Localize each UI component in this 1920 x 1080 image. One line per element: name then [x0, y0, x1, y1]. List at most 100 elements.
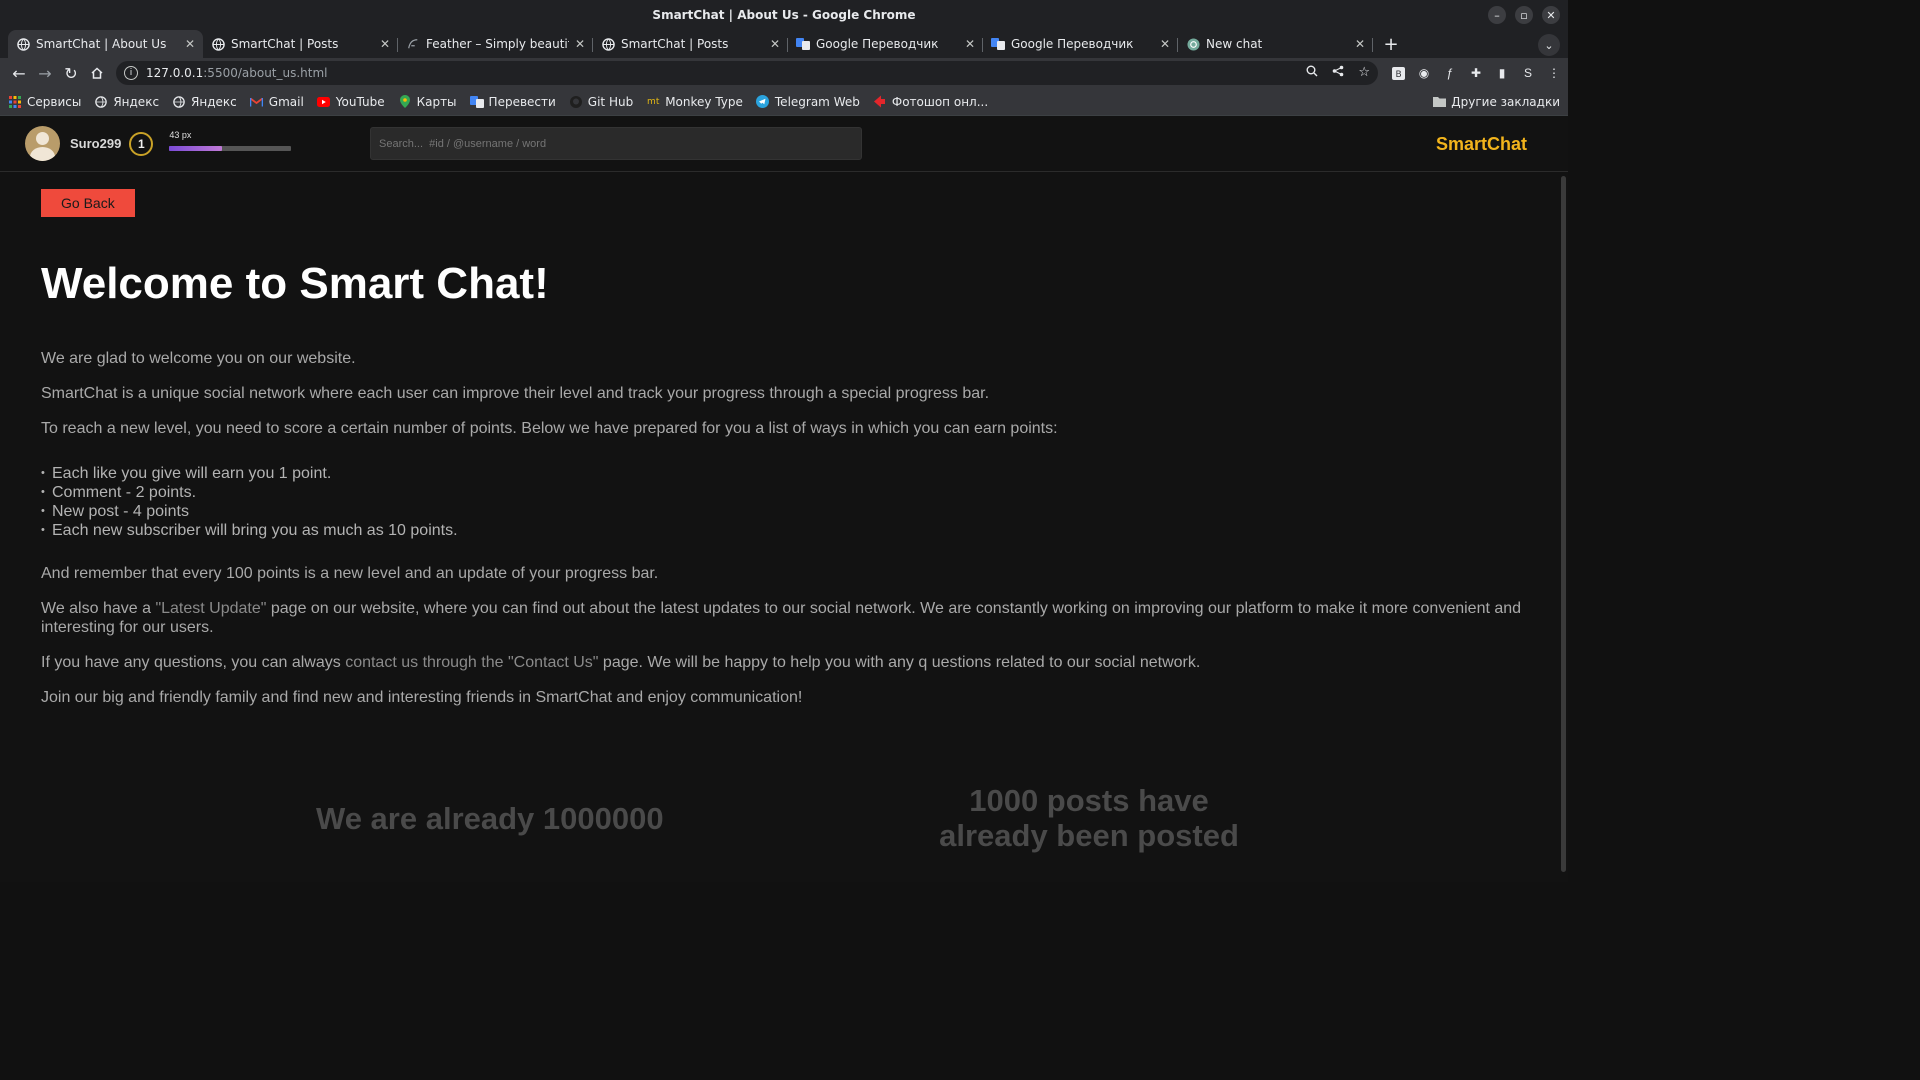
tab-label: Google Переводчик [816, 37, 939, 51]
extension-incognito-icon[interactable]: ◉ [1416, 65, 1432, 81]
bookmark-label: Яндекс [191, 94, 237, 109]
tab-close-icon[interactable]: ✕ [185, 37, 195, 51]
text: We also have a [41, 600, 156, 617]
tab-close-icon[interactable]: ✕ [770, 37, 780, 51]
bookmark-yandex[interactable]: Яндекс [94, 95, 159, 109]
brand-logo[interactable]: SmartChat [1436, 134, 1527, 155]
side-panel-icon[interactable]: ▮ [1494, 65, 1510, 81]
search-input[interactable] [370, 127, 862, 160]
new-tab-button[interactable]: + [1379, 32, 1403, 56]
contact-paragraph: If you have any questions, you can alway… [41, 653, 1527, 672]
bookmark-monkeytype[interactable]: mt Monkey Type [646, 95, 743, 109]
window-titlebar: SmartChat | About Us - Google Chrome – ▫… [0, 0, 1568, 30]
window-title: SmartChat | About Us - Google Chrome [652, 8, 916, 22]
tab-about-us[interactable]: SmartChat | About Us ✕ [8, 30, 203, 58]
about-content: Go Back Welcome to Smart Chat! We are gl… [0, 172, 1568, 707]
extension-s-icon[interactable]: S [1520, 65, 1536, 81]
github-icon [569, 95, 583, 109]
zoom-icon[interactable] [1306, 65, 1318, 81]
bookmark-label: Telegram Web [774, 94, 860, 109]
bookmark-label: Фотошоп онл... [891, 94, 989, 109]
latest-update-link[interactable]: "Latest Update" [155, 600, 266, 617]
site-header: Suro299 1 43 px SmartChat [0, 116, 1568, 172]
go-back-button[interactable]: Go Back [41, 189, 135, 217]
minimize-button[interactable]: – [1488, 6, 1506, 24]
progress-track [169, 146, 292, 151]
globe-icon [172, 95, 186, 109]
progress-label: 43 px [169, 130, 192, 140]
username[interactable]: Suro299 [70, 136, 121, 151]
tab-feather[interactable]: Feather – Simply beautifu ✕ [398, 30, 593, 58]
translate-icon [469, 95, 484, 109]
close-window-button[interactable]: ✕ [1542, 6, 1560, 24]
feather-icon [406, 37, 420, 51]
bookmark-gmail[interactable]: Gmail [250, 95, 304, 109]
gmail-icon [250, 95, 264, 109]
join-paragraph: Join our big and friendly family and fin… [41, 689, 803, 706]
extension-function-icon[interactable]: ƒ [1442, 65, 1458, 81]
extensions-puzzle-icon[interactable]: ✚ [1468, 65, 1484, 81]
page-title: Welcome to Smart Chat! [41, 259, 549, 308]
extension-b-icon[interactable]: B [1390, 65, 1406, 81]
maximize-button[interactable]: ▫ [1515, 6, 1533, 24]
window-controls: – ▫ ✕ [1488, 6, 1560, 24]
menu-kebab-icon[interactable]: ⋮ [1546, 65, 1562, 81]
bookmark-translate[interactable]: Перевести [469, 94, 556, 109]
posts-stat: 1000 posts have already been posted [938, 783, 1240, 853]
bookmark-services[interactable]: Сервисы [8, 95, 81, 109]
intro-paragraph: We are glad to welcome you on our websit… [41, 350, 356, 367]
tab-google-translate[interactable]: Google Переводчик ✕ [788, 30, 983, 58]
folder-icon [1432, 95, 1446, 109]
bookmark-maps[interactable]: Карты [398, 95, 457, 109]
contact-us-link[interactable]: contact us through the "Contact Us" [345, 654, 598, 671]
tab-label: SmartChat | Posts [621, 37, 729, 51]
tab-google-translate-2[interactable]: Google Переводчик ✕ [983, 30, 1178, 58]
bookmark-yandex-2[interactable]: Яндекс [172, 95, 237, 109]
tab-close-icon[interactable]: ✕ [380, 37, 390, 51]
bookmark-label: Сервисы [27, 94, 82, 109]
home-icon[interactable] [84, 60, 110, 86]
bookmark-label: Другие закладки [1451, 94, 1560, 109]
tab-label: Google Переводчик [1011, 37, 1134, 51]
tab-close-icon[interactable]: ✕ [965, 37, 975, 51]
bookmark-label: YouTube [335, 94, 385, 109]
forward-icon[interactable]: → [32, 60, 58, 86]
bookmark-label: Перевести [488, 94, 556, 109]
back-icon[interactable]: ← [6, 60, 32, 86]
translate-icon [796, 37, 810, 51]
site-info-icon[interactable]: i [124, 66, 138, 80]
tab-posts-2[interactable]: SmartChat | Posts ✕ [593, 30, 788, 58]
avatar[interactable] [25, 126, 60, 161]
page-scrollbar[interactable] [1561, 176, 1566, 872]
posts-stat-line: already been posted [939, 818, 1239, 853]
points-intro-paragraph: To reach a new level, you need to score … [41, 420, 1058, 437]
list-item: Each like you give will earn you 1 point… [41, 464, 1527, 483]
bookmark-github[interactable]: Git Hub [569, 95, 633, 109]
bookmark-telegram[interactable]: Telegram Web [756, 95, 860, 109]
omnibox-actions: ☆ [1306, 65, 1370, 81]
apps-grid-icon [8, 95, 22, 109]
tab-close-icon[interactable]: ✕ [1355, 37, 1365, 51]
bookmark-label: Яндекс [113, 94, 160, 109]
globe-icon [94, 95, 108, 109]
address-bar[interactable]: i 127.0.0.1:5500/about_us.html ☆ [116, 61, 1378, 85]
monkeytype-icon: mt [647, 96, 660, 107]
tab-search-icon[interactable]: ⌄ [1538, 34, 1560, 56]
bookmarks-bar: Сервисы Яндекс Яндекс Gmail YouTube Карт… [0, 88, 1568, 116]
bookmark-label: Monkey Type [665, 94, 743, 109]
tab-close-icon[interactable]: ✕ [1160, 37, 1170, 51]
url-path: :5500/about_us.html [203, 66, 328, 80]
bookmark-photoshop[interactable]: Фотошоп онл... [873, 95, 988, 109]
share-icon[interactable] [1332, 65, 1344, 81]
progress-fill [169, 146, 222, 151]
bookmark-star-icon[interactable]: ☆ [1358, 65, 1370, 81]
bookmark-label: Карты [416, 94, 457, 109]
bookmark-youtube[interactable]: YouTube [317, 95, 385, 109]
tab-posts[interactable]: SmartChat | Posts ✕ [203, 30, 398, 58]
tab-close-icon[interactable]: ✕ [575, 37, 585, 51]
reload-icon[interactable]: ↻ [58, 60, 84, 86]
tab-new-chat[interactable]: New chat ✕ [1178, 30, 1373, 58]
level-progress: 43 px [169, 130, 292, 151]
globe-icon [601, 37, 615, 51]
bookmark-other-folder[interactable]: Другие закладки [1432, 95, 1560, 109]
